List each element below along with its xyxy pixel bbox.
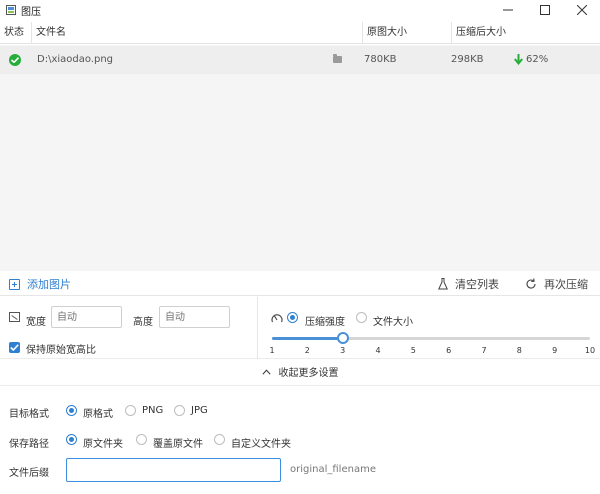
file-table-header: 状态 文件名 原图大小 压缩后大小 — [0, 22, 600, 44]
refresh-icon — [526, 278, 536, 289]
row-compression-ratio: 62% — [526, 54, 549, 65]
clear-list-button[interactable]: 清空列表 — [438, 277, 499, 291]
image-resize-icon — [9, 312, 20, 322]
file-suffix-input[interactable] — [66, 458, 281, 482]
maximize-button[interactable] — [526, 0, 563, 20]
column-header-filename[interactable]: 文件名 — [32, 22, 363, 44]
open-folder-icon[interactable] — [333, 54, 342, 63]
table-row[interactable]: D:\xiaodao.png 780KB 298KB 62% — [0, 46, 600, 74]
slider-tick-label: 5 — [410, 346, 416, 355]
slider-tick-label: 9 — [552, 346, 558, 355]
save-custom-folder-label: 自定义文件夹 — [231, 439, 291, 450]
save-original-folder-radio[interactable] — [66, 434, 77, 445]
strength-slider-fill — [272, 337, 343, 340]
file-suffix-label: 文件后缀 — [9, 468, 49, 479]
strength-slider-track[interactable] — [272, 337, 590, 340]
app-logo-icon — [6, 5, 16, 15]
collapse-settings-label: 收起更多设置 — [278, 368, 339, 379]
slider-tick-label: 4 — [375, 346, 381, 355]
slider-tick-label: 1 — [269, 346, 275, 355]
slider-tick-label: 2 — [304, 346, 310, 355]
format-jpg-radio[interactable] — [174, 405, 185, 416]
mode-filesize-radio[interactable] — [356, 312, 367, 323]
slider-tick-label: 10 — [584, 346, 596, 355]
height-label: 高度 — [133, 317, 153, 328]
save-overwrite-radio[interactable] — [136, 434, 147, 445]
target-format-label: 目标格式 — [9, 409, 49, 420]
column-header-status[interactable]: 状态 — [0, 22, 32, 44]
column-header-original-size[interactable]: 原图大小 — [363, 22, 452, 44]
recompress-label: 再次压缩 — [544, 278, 588, 291]
gauge-icon — [271, 314, 283, 323]
action-bar: 添加图片 清空列表 再次压缩 — [0, 272, 600, 296]
recompress-button[interactable]: 再次压缩 — [525, 277, 588, 291]
arrow-down-icon — [514, 54, 523, 65]
chevron-up-icon — [261, 360, 271, 386]
format-original-label: 原格式 — [83, 409, 113, 420]
mode-filesize-label: 文件大小 — [373, 317, 413, 328]
strength-slider-thumb[interactable] — [336, 332, 349, 344]
collapse-settings-toggle[interactable]: 收起更多设置 — [0, 360, 600, 386]
width-label: 宽度 — [26, 317, 46, 328]
row-compressed-size: 298KB — [451, 54, 484, 65]
keep-ratio-label: 保持原始宽高比 — [26, 345, 96, 356]
save-overwrite-label: 覆盖原文件 — [153, 439, 203, 450]
add-image-button[interactable]: 添加图片 — [9, 277, 71, 291]
height-input[interactable] — [159, 306, 230, 328]
format-png-radio[interactable] — [125, 405, 136, 416]
mode-strength-radio[interactable] — [287, 312, 298, 323]
clear-list-label: 清空列表 — [455, 278, 499, 291]
slider-tick-label: 8 — [516, 346, 522, 355]
slider-tick-label: 3 — [340, 346, 346, 355]
format-png-label: PNG — [142, 405, 164, 416]
format-jpg-label: JPG — [191, 405, 208, 416]
file-suffix-hint: original_filename — [290, 464, 376, 475]
row-original-size: 780KB — [364, 54, 397, 65]
close-button[interactable] — [563, 0, 600, 20]
column-header-compressed-size[interactable]: 压缩后大小 — [452, 22, 600, 44]
slider-tick-label: 7 — [481, 346, 487, 355]
flask-icon — [438, 278, 448, 290]
file-table-body: D:\xiaodao.png 780KB 298KB 62% — [0, 45, 600, 271]
save-custom-folder-radio[interactable] — [214, 434, 225, 445]
save-path-label: 保存路径 — [9, 439, 49, 450]
mode-strength-label: 压缩强度 — [305, 317, 345, 328]
row-filename: D:\xiaodao.png — [37, 54, 114, 65]
title-bar: 图压 — [0, 0, 600, 20]
width-input[interactable] — [51, 306, 122, 328]
save-original-folder-label: 原文件夹 — [83, 439, 123, 450]
format-original-radio[interactable] — [66, 405, 77, 416]
slider-tick-label: 6 — [446, 346, 452, 355]
keep-ratio-checkbox[interactable] — [9, 342, 20, 353]
plus-square-icon — [9, 278, 20, 290]
add-image-label: 添加图片 — [27, 278, 71, 291]
settings-divider — [257, 297, 258, 359]
minimize-button[interactable] — [489, 0, 526, 20]
window-title: 图压 — [21, 6, 41, 18]
check-circle-icon — [9, 54, 21, 66]
